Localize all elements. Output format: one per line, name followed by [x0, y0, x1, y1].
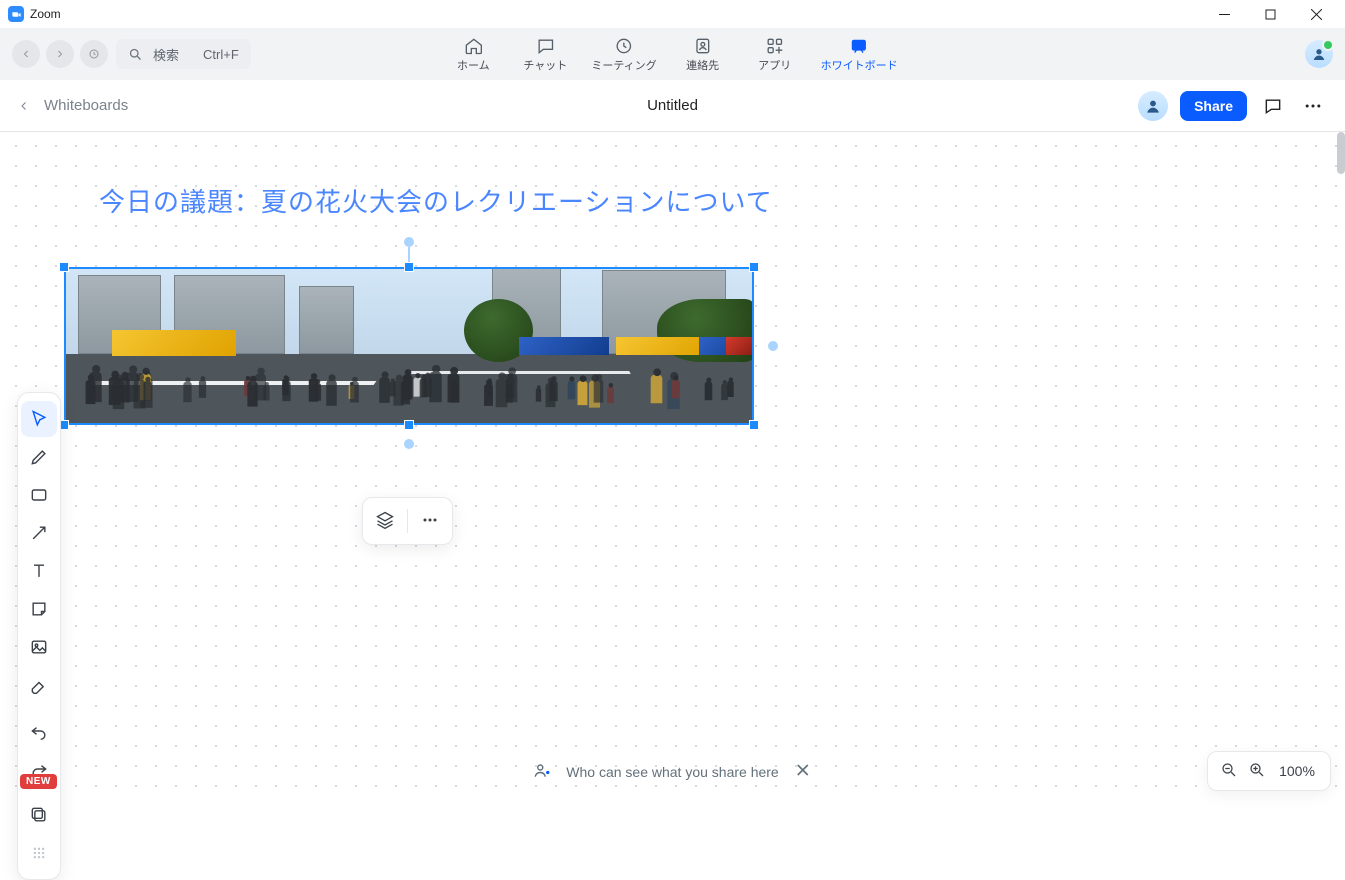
nav-label: ホワイトボード [821, 57, 898, 73]
more-icon [420, 510, 440, 530]
connector-handle-bottom[interactable] [404, 439, 414, 449]
comments-button[interactable] [1259, 92, 1287, 120]
layers-icon [375, 510, 395, 530]
nav-label: 連絡先 [686, 57, 719, 73]
eraser-icon [29, 675, 49, 695]
nav-forward-button[interactable] [46, 40, 74, 68]
nav-label: アプリ [758, 57, 791, 73]
close-icon [793, 760, 813, 780]
nav-whiteboard[interactable]: ホワイトボード [821, 36, 898, 73]
side-toolbar [17, 392, 61, 880]
nav-label: ミーティング [591, 57, 656, 73]
context-toolbar [362, 497, 453, 545]
canvas-viewport[interactable]: 今日の議題：夏の花火大会のレクリエーションについて [0, 132, 1345, 805]
image-tool[interactable] [21, 629, 57, 665]
resize-handle-bm[interactable] [404, 420, 414, 430]
nav-history-button[interactable] [80, 40, 108, 68]
clock-icon [614, 36, 634, 56]
back-to-whiteboards[interactable]: Whiteboards [18, 97, 128, 114]
frames-icon [29, 805, 49, 825]
home-icon [463, 36, 483, 56]
app-title: Zoom [30, 7, 61, 21]
sticky-icon [29, 599, 49, 619]
frames-tool[interactable] [21, 797, 57, 833]
pen-icon [29, 447, 49, 467]
nav-home[interactable]: ホーム [447, 36, 499, 73]
shape-tool[interactable] [21, 477, 57, 513]
zoom-in-button[interactable] [1248, 761, 1266, 782]
arrow-tool[interactable] [21, 515, 57, 551]
grid-tool[interactable] [21, 835, 57, 871]
nav-meetings[interactable]: ミーティング [591, 36, 656, 73]
nav-chat[interactable]: チャット [519, 36, 571, 73]
arrow-icon [29, 523, 49, 543]
nav-contacts[interactable]: 連絡先 [677, 36, 729, 73]
zoom-logo-icon [8, 6, 24, 22]
rotate-handle[interactable] [404, 237, 414, 247]
rect-icon [29, 485, 49, 505]
cursor-icon [29, 409, 49, 429]
share-visibility-hint: Who can see what you share here [532, 760, 812, 783]
more-options-button[interactable] [1299, 92, 1327, 120]
layers-button[interactable] [375, 510, 395, 533]
window-maximize-button[interactable] [1247, 0, 1293, 28]
nav-label: ホーム [457, 57, 490, 73]
zoom-out-icon [1220, 761, 1238, 779]
share-button[interactable]: Share [1180, 91, 1247, 121]
contacts-icon [693, 36, 713, 56]
whiteboard-canvas[interactable]: 今日の議題：夏の花火大会のレクリエーションについて [0, 132, 1345, 805]
context-more-button[interactable] [420, 510, 440, 533]
window-close-button[interactable] [1293, 0, 1339, 28]
user-avatar[interactable] [1305, 40, 1333, 68]
search-placeholder: 検索 [153, 45, 179, 64]
share-hint-close[interactable] [793, 760, 813, 783]
window-minimize-button[interactable] [1201, 0, 1247, 28]
nav-back-button[interactable] [12, 40, 40, 68]
resize-handle-tr[interactable] [749, 262, 759, 272]
undo-tool[interactable] [21, 713, 57, 749]
pen-tool[interactable] [21, 439, 57, 475]
window-titlebar: Zoom [0, 0, 1345, 28]
text-icon [29, 561, 49, 581]
selected-image[interactable] [64, 267, 754, 425]
grid-icon [29, 843, 49, 863]
sticky-note-tool[interactable] [21, 591, 57, 627]
resize-handle-tl[interactable] [59, 262, 69, 272]
whiteboard-header: Whiteboards Untitled Share [0, 80, 1345, 132]
nav-label: チャット [523, 57, 567, 73]
selection-frame [64, 267, 754, 425]
connector-handle-right[interactable] [768, 341, 778, 351]
search-input[interactable]: 検索 Ctrl+F [116, 39, 251, 69]
back-label: Whiteboards [44, 97, 128, 114]
zoom-out-button[interactable] [1220, 761, 1238, 782]
share-people-icon [532, 760, 552, 783]
zoom-controls: 100% [1207, 751, 1331, 791]
chat-icon [535, 36, 555, 56]
canvas-heading-text[interactable]: 今日の議題：夏の花火大会のレクリエーションについて [99, 182, 773, 219]
zoom-percent[interactable]: 100% [1276, 763, 1318, 779]
apps-icon [765, 36, 785, 56]
whiteboard-title[interactable]: Untitled [647, 97, 698, 114]
search-icon [128, 47, 143, 62]
resize-handle-br[interactable] [749, 420, 759, 430]
whiteboard-icon [849, 36, 869, 56]
chevron-left-icon [18, 100, 30, 112]
person-icon [1310, 45, 1328, 63]
search-shortcut: Ctrl+F [203, 47, 239, 62]
select-tool[interactable] [21, 401, 57, 437]
new-badge: NEW [20, 774, 57, 789]
share-hint-text: Who can see what you share here [566, 764, 778, 780]
nav-apps[interactable]: アプリ [749, 36, 801, 73]
eraser-tool[interactable] [21, 667, 57, 703]
main-nav: 検索 Ctrl+F ホーム チャット ミーティング 連絡先 アプリ ホワイトボー… [0, 28, 1345, 80]
resize-handle-tm[interactable] [404, 262, 414, 272]
image-icon [29, 637, 49, 657]
vertical-scrollbar[interactable] [1337, 132, 1345, 174]
undo-icon [29, 721, 49, 741]
person-icon [1143, 96, 1163, 116]
owner-avatar[interactable] [1138, 91, 1168, 121]
zoom-in-icon [1248, 761, 1266, 779]
text-tool[interactable] [21, 553, 57, 589]
